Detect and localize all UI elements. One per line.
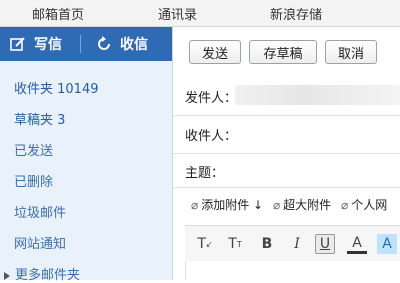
action-divider — [80, 35, 81, 53]
message-body-editor[interactable] — [185, 261, 400, 280]
nav-contacts[interactable]: 通讯录 — [158, 4, 197, 23]
attachment-bar: ⌀ 添加附件 ↓ ⌀ 超大附件 ⌀ 个人网 — [191, 196, 387, 213]
sidebar-action-bar: 写信 收信 — [0, 27, 172, 61]
folder-spam[interactable]: 垃圾邮件 — [14, 202, 66, 221]
highlight-icon[interactable]: A — [377, 234, 397, 254]
paperclip-icon: ⌀ — [341, 198, 349, 212]
divider — [173, 187, 400, 188]
cancel-button[interactable]: 取消 — [325, 40, 377, 64]
large-attachment-link[interactable]: ⌀ 超大附件 — [273, 198, 331, 212]
expand-triangle-icon — [4, 271, 10, 280]
to-label: 收件人： — [185, 129, 238, 144]
receive-label: 收信 — [120, 37, 148, 53]
more-folders-label: 更多邮件夹 — [15, 268, 81, 283]
add-attachment-label: 添加附件 ↓ — [201, 198, 264, 212]
font-size-icon[interactable]: TT — [225, 234, 245, 254]
divider — [173, 153, 400, 154]
divider — [173, 115, 400, 116]
paperclip-icon: ⌀ — [191, 198, 199, 212]
folder-notifications[interactable]: 网站通知 — [14, 233, 66, 252]
subject-field[interactable] — [235, 160, 400, 180]
folder-drafts[interactable]: 草稿夹 3 — [14, 109, 65, 128]
from-label: 发件人： — [185, 91, 238, 106]
compose-icon — [10, 36, 26, 52]
save-draft-button[interactable]: 存草稿 — [249, 40, 317, 64]
compose-button[interactable]: 写信 — [10, 27, 62, 61]
large-attachment-label: 超大附件 — [283, 198, 332, 212]
nav-mail-home[interactable]: 邮箱首页 — [32, 4, 84, 23]
folder-deleted[interactable]: 已删除 — [14, 171, 53, 190]
format-toolbar: T ↙ TT B I U A A — [185, 225, 400, 262]
add-attachment-link[interactable]: ⌀ 添加附件 ↓ — [191, 198, 263, 212]
send-button[interactable]: 发送 — [189, 40, 241, 64]
compose-panel: 发送 存草稿 取消 发件人： 收件人： 主题： ⌀ 添加附件 ↓ ⌀ 超大附件 ⌀ 个… — [173, 27, 400, 280]
from-field[interactable] — [235, 85, 400, 105]
font-color-icon[interactable]: A — [347, 234, 367, 254]
folder-inbox[interactable]: 收件夹 10149 — [14, 78, 99, 97]
italic-icon[interactable]: I — [287, 234, 307, 254]
compose-label: 写信 — [34, 37, 62, 53]
personal-link[interactable]: ⌀ 个人网 — [341, 198, 387, 212]
bold-icon[interactable]: B — [257, 234, 277, 254]
clear-format-icon[interactable]: T ↙ — [195, 234, 215, 254]
refresh-icon — [96, 36, 112, 52]
underline-icon[interactable]: U — [315, 234, 335, 254]
to-field[interactable] — [235, 123, 400, 143]
top-nav: 邮箱首页 通讯录 新浪存储 — [0, 0, 400, 27]
sidebar: 写信 收信 收件夹 10149 草稿夹 3 已发送 已删除 垃圾邮件 网站通知 … — [0, 27, 173, 283]
personal-label: 个人网 — [351, 198, 388, 212]
subject-label: 主题： — [185, 166, 225, 181]
folder-sent[interactable]: 已发送 — [14, 140, 53, 159]
nav-sina-storage[interactable]: 新浪存储 — [270, 4, 322, 23]
more-folders[interactable]: 更多邮件夹 — [4, 264, 80, 283]
paperclip-icon: ⌀ — [272, 198, 281, 212]
receive-button[interactable]: 收信 — [96, 27, 148, 61]
